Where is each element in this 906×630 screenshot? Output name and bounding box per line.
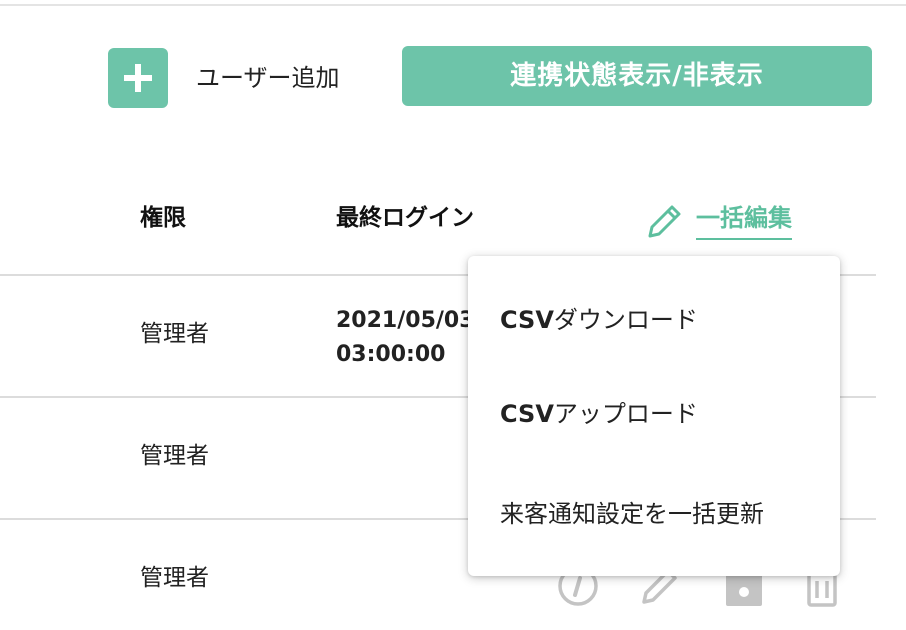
menu-item-label: アップロード (553, 400, 698, 428)
add-user-button[interactable] (108, 48, 168, 108)
top-divider (0, 4, 906, 6)
bulk-edit-label[interactable]: 一括編集 (696, 198, 792, 240)
plus-icon (124, 64, 152, 92)
column-header-last-login: 最終ログイン (336, 205, 474, 231)
pencil-icon (648, 205, 681, 238)
toggle-link-status-button[interactable]: 連携状態表示/非表示 (402, 46, 872, 106)
menu-item-label: ダウンロード (553, 306, 698, 334)
row-camera-button[interactable] (724, 572, 764, 612)
menu-item-prefix: CSV (500, 400, 554, 428)
cell-role: 管理者 (140, 321, 209, 347)
menu-item-label: 来客通知設定を一括更新 (500, 500, 764, 528)
menu-item-bulk-update-visitor-notification[interactable]: 来客通知設定を一括更新 (500, 496, 764, 532)
column-header-role: 権限 (140, 205, 186, 231)
cell-last-login-date: 2021/05/03 (336, 308, 475, 333)
camera-icon (726, 574, 762, 606)
add-user-label[interactable]: ユーザー追加 (196, 60, 340, 96)
menu-item-csv-upload[interactable]: CSVアップロード (500, 396, 698, 432)
bulk-edit-menu: CSVダウンロード CSVアップロード 来客通知設定を一括更新 (468, 256, 840, 576)
menu-item-prefix: CSV (500, 306, 554, 334)
menu-item-csv-download[interactable]: CSVダウンロード (500, 302, 698, 338)
user-management-page: ユーザー追加 連携状態表示/非表示 権限 最終ログイン 一括編集 管理者 202… (0, 0, 906, 630)
cell-role: 管理者 (140, 565, 209, 591)
cell-role: 管理者 (140, 443, 209, 469)
cell-last-login-time: 03:00:00 (336, 342, 446, 367)
